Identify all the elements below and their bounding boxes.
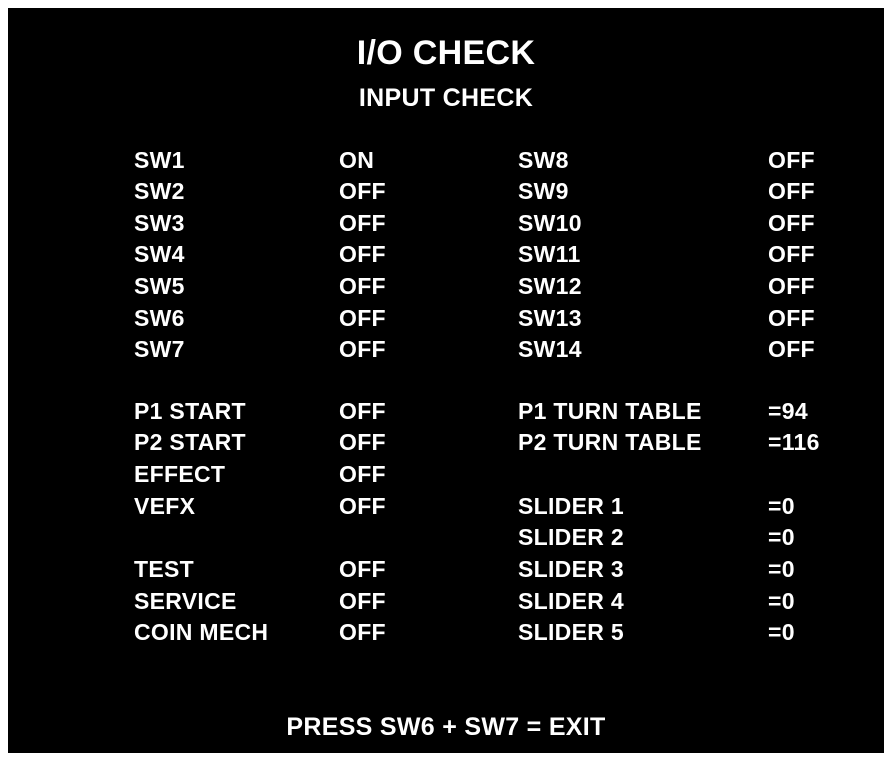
- input-label-effect: EFFECT: [134, 461, 226, 487]
- switch-label-sw10: SW10: [518, 210, 582, 236]
- input-label-test: TEST: [134, 556, 194, 582]
- switch-label-sw6: SW6: [134, 305, 185, 331]
- input-status-test: OFF: [339, 556, 386, 582]
- input-status-effect: OFF: [339, 461, 386, 487]
- switch-label-sw12: SW12: [518, 273, 582, 299]
- input-status-vefx: OFF: [339, 493, 386, 519]
- switch-status-sw4: OFF: [339, 241, 386, 267]
- switch-label-sw4: SW4: [134, 241, 185, 267]
- analog-label-p1-turntable: P1 TURN TABLE: [518, 398, 702, 424]
- switch-status-sw7: OFF: [339, 336, 386, 362]
- switch-status-sw6: OFF: [339, 305, 386, 331]
- switch-status-sw8: OFF: [768, 147, 815, 173]
- switch-status-sw3: OFF: [339, 210, 386, 236]
- switch-status-sw2: OFF: [339, 178, 386, 204]
- switch-label-sw7: SW7: [134, 336, 185, 362]
- switch-status-sw9: OFF: [768, 178, 815, 204]
- input-status-p2-start: OFF: [339, 429, 386, 455]
- switch-status-sw5: OFF: [339, 273, 386, 299]
- analog-value-slider-4: =0: [768, 588, 795, 614]
- switch-status-sw14: OFF: [768, 336, 815, 362]
- page-subtitle: INPUT CHECK: [358, 84, 534, 112]
- input-status-service: OFF: [339, 588, 386, 614]
- input-label-coin-mech: COIN MECH: [134, 619, 269, 645]
- switch-label-sw9: SW9: [518, 178, 569, 204]
- input-label-p1-start: P1 START: [134, 398, 246, 424]
- switch-status-sw1: ON: [339, 147, 375, 173]
- io-check-screen: I/O CHECK INPUT CHECK SW1 ON SW2 OFF SW3…: [8, 8, 884, 753]
- switch-label-sw13: SW13: [518, 305, 582, 331]
- analog-value-p2-turntable: =116: [768, 429, 820, 455]
- input-status-p1-start: OFF: [339, 398, 386, 424]
- analog-label-p2-turntable: P2 TURN TABLE: [518, 429, 702, 455]
- input-label-vefx: VEFX: [134, 493, 196, 519]
- switch-label-sw14: SW14: [518, 336, 582, 362]
- analog-label-slider-3: SLIDER 3: [518, 556, 624, 582]
- switch-status-sw12: OFF: [768, 273, 815, 299]
- analog-value-slider-5: =0: [768, 619, 795, 645]
- exit-instruction: PRESS SW6 + SW7 = EXIT: [286, 713, 606, 741]
- switch-label-sw1: SW1: [134, 147, 185, 173]
- input-label-p2-start: P2 START: [134, 429, 246, 455]
- switch-status-sw10: OFF: [768, 210, 815, 236]
- analog-value-slider-2: =0: [768, 524, 795, 550]
- analog-value-p1-turntable: =94: [768, 398, 808, 424]
- analog-label-slider-1: SLIDER 1: [518, 493, 624, 519]
- switch-label-sw2: SW2: [134, 178, 185, 204]
- input-label-service: SERVICE: [134, 588, 237, 614]
- switch-label-sw11: SW11: [518, 241, 581, 267]
- switch-label-sw8: SW8: [518, 147, 569, 173]
- switch-status-sw11: OFF: [768, 241, 815, 267]
- switch-label-sw3: SW3: [134, 210, 185, 236]
- switch-label-sw5: SW5: [134, 273, 185, 299]
- analog-value-slider-3: =0: [768, 556, 795, 582]
- page-title: I/O CHECK: [356, 34, 536, 72]
- analog-label-slider-4: SLIDER 4: [518, 588, 624, 614]
- analog-value-slider-1: =0: [768, 493, 795, 519]
- analog-label-slider-5: SLIDER 5: [518, 619, 624, 645]
- switch-status-sw13: OFF: [768, 305, 815, 331]
- analog-label-slider-2: SLIDER 2: [518, 524, 624, 550]
- input-status-coin-mech: OFF: [339, 619, 386, 645]
